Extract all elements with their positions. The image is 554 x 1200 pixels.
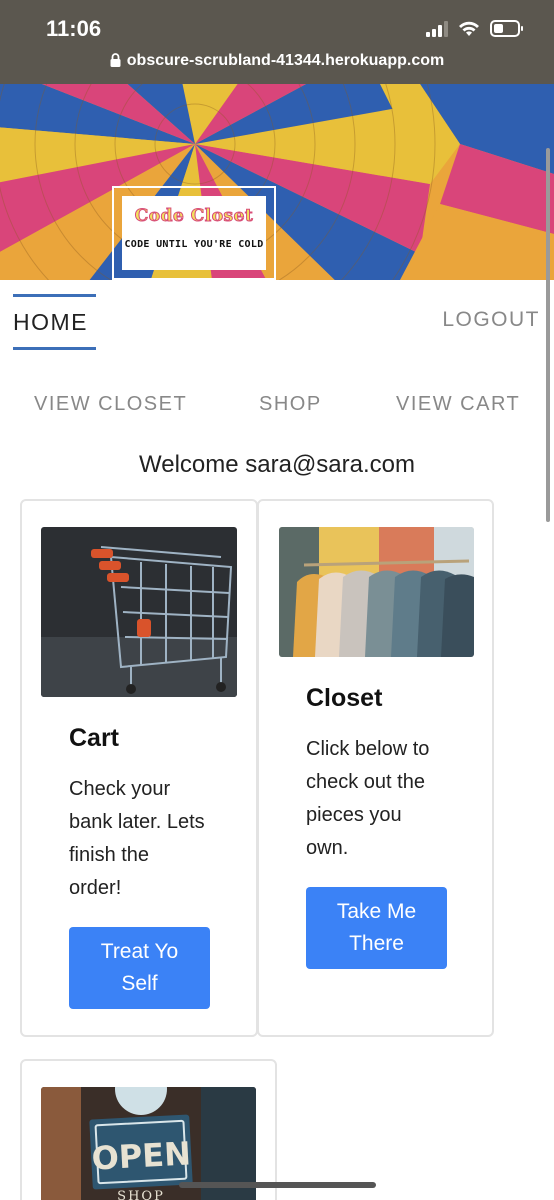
status-icons	[426, 20, 524, 37]
hot-air-balloon-image	[0, 84, 554, 280]
cart-text-line: Check your	[69, 778, 171, 800]
browser-chrome: 11:06 obscure-scrubland-41344.herokuapp.…	[0, 0, 554, 84]
page-scrollbar[interactable]	[546, 148, 550, 522]
nav-view-closet[interactable]: VIEW CLOSET	[34, 393, 187, 416]
cart-description: Check your bank later. Lets finish the o…	[69, 773, 249, 905]
closet-text-line: check out the	[306, 771, 425, 793]
button-label-line: There	[349, 932, 404, 955]
lock-icon	[110, 53, 121, 67]
open-sign-text: OPEN	[91, 1134, 192, 1177]
logo-title: Code Closet	[134, 206, 254, 227]
closet-description: Click below to check out the pieces you …	[306, 733, 486, 865]
signal-icon	[426, 20, 448, 37]
cart-text-line: finish the	[69, 844, 150, 866]
clothing-rack-image	[279, 527, 474, 657]
battery-icon	[490, 20, 523, 37]
url-bar[interactable]: obscure-scrubland-41344.herokuapp.com	[0, 52, 554, 70]
shopping-cart-image	[41, 527, 237, 697]
nav-shop[interactable]: SHOP	[259, 393, 322, 416]
nav-home-label: HOME	[13, 309, 88, 335]
home-indicator[interactable]	[179, 1182, 376, 1188]
logo-tagline: CODE UNTIL YOU'RE COLD	[124, 239, 264, 250]
closet-text-line: own.	[306, 837, 349, 859]
url-text: obscure-scrubland-41344.herokuapp.com	[126, 52, 445, 69]
closet-text-line: pieces you	[306, 804, 402, 826]
open-sign-subtext: SHOP	[117, 1189, 165, 1200]
take-me-there-button[interactable]: Take Me There	[306, 887, 447, 969]
logo-box: Code Closet CODE UNTIL YOU'RE COLD	[122, 196, 266, 270]
button-label-line: Treat Yo	[100, 940, 179, 963]
wifi-icon	[459, 21, 479, 36]
closet-text-line: Click below to	[306, 738, 430, 760]
button-label-line: Take Me	[336, 900, 417, 923]
treat-yo-self-button[interactable]: Treat Yo Self	[69, 927, 210, 1009]
nav-home[interactable]: HOME	[13, 294, 96, 350]
hero-banner: Code Closet CODE UNTIL YOU'RE COLD	[0, 84, 554, 280]
cart-text-line: order!	[69, 877, 122, 899]
nav-logout[interactable]: LOGOUT	[442, 308, 540, 332]
shop-card: OPEN SHOP	[20, 1059, 277, 1200]
welcome-message: Welcome sara@sara.com	[139, 451, 415, 478]
cart-title: Cart	[69, 724, 120, 752]
closet-card: Closet Click below to check out the piec…	[257, 499, 494, 1037]
status-time: 11:06	[46, 16, 102, 41]
logo[interactable]: Code Closet CODE UNTIL YOU'RE COLD	[112, 186, 276, 280]
button-label-line: Self	[121, 972, 158, 995]
closet-title: Closet	[306, 684, 383, 712]
cart-text-line: bank later. Lets	[69, 811, 205, 833]
cart-card: Cart Check your bank later. Lets finish …	[20, 499, 258, 1037]
nav-view-cart[interactable]: VIEW CART	[396, 393, 520, 416]
